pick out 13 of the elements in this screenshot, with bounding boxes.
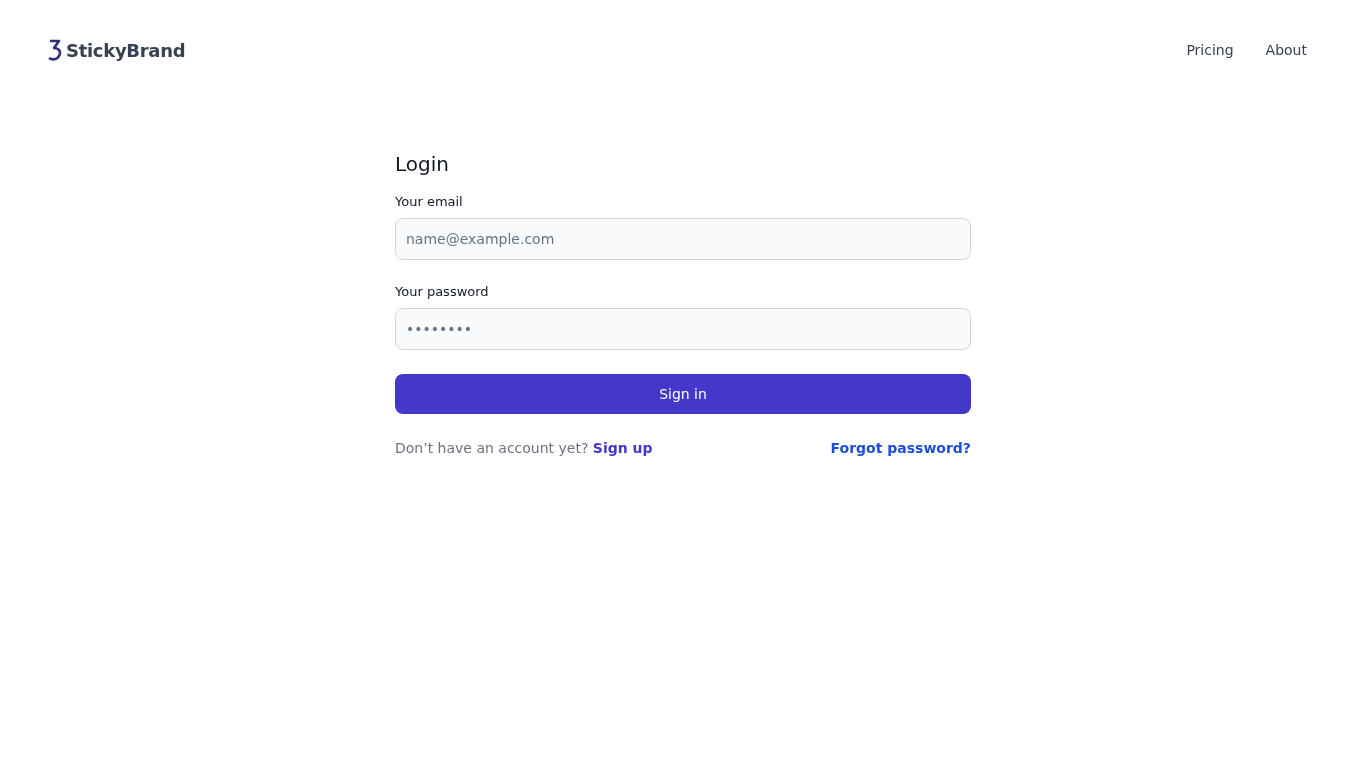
field-label: Your password: [395, 284, 490, 299]
sign-up-link[interactable]: Sign up: [592, 440, 653, 456]
login-title: Login: [395, 152, 450, 176]
nav-link[interactable]: About: [1265, 42, 1307, 58]
nav-link[interactable]: Pricing: [1186, 42, 1234, 58]
brand-name: StickyBrand: [66, 39, 186, 61]
field-label: Your email: [395, 194, 464, 209]
forgot-password-link[interactable]: Forgot password?: [830, 440, 971, 456]
logo-icon: [48, 39, 62, 61]
password-field[interactable]: ••••••••: [395, 308, 971, 350]
email-field[interactable]: name@example.com: [395, 218, 971, 260]
signup-prompt: Don’t have an account yet? Sign up: [395, 440, 653, 456]
sign-in-button[interactable]: Sign in: [395, 374, 971, 414]
